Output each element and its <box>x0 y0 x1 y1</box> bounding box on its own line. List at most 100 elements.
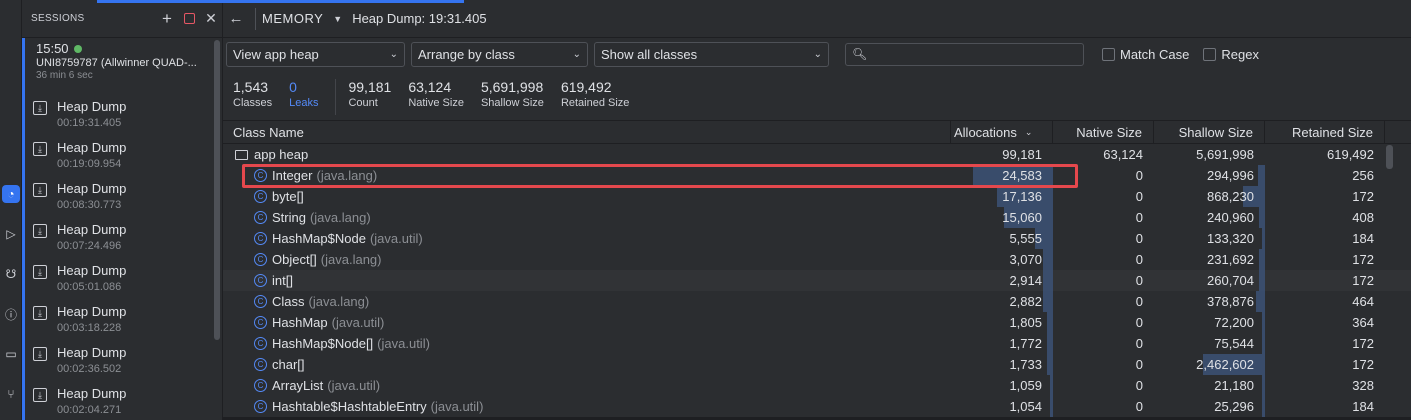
heap-dump-item[interactable]: ⤓ Heap Dump 00:19:31.405 <box>25 96 212 137</box>
stat-value: 5,691,998 <box>480 79 544 95</box>
table-row[interactable]: C HashMap$Node[] (java.util) 1,772 0 75,544 17… <box>223 333 1411 354</box>
shallow-cell: 25,296 <box>1154 396 1265 417</box>
alloc-value: 1,805 <box>1009 315 1042 330</box>
heap-dump-text: Heap Dump 00:07:24.496 <box>57 222 126 260</box>
download-icon: ⤓ <box>33 265 47 279</box>
sort-desc-icon: ⌄ <box>1024 126 1033 137</box>
heap-dump-list: ⤓ Heap Dump 00:19:31.405 ⤓ Heap Dump 00:19:09… <box>22 96 212 420</box>
class-name: Hashtable$HashtableEntry <box>272 399 427 414</box>
header-class-name[interactable]: Class Name <box>223 120 951 144</box>
table-row-root[interactable]: app heap 99,181 63,124 5,691,998 619,492 <box>223 144 1411 165</box>
close-sessions-button[interactable]: ✕ <box>200 8 222 30</box>
class-name: int[] <box>272 273 293 288</box>
heap-dump-item[interactable]: ⤓ Heap Dump 00:03:18.228 <box>25 301 212 342</box>
git-icon[interactable]: ⑂ <box>2 385 20 403</box>
class-name: Object[] <box>272 252 317 267</box>
current-session[interactable]: 15:50 UNI8759787 (Allwinner QUAD-... 36 … <box>22 38 212 96</box>
retained-cell: 328 <box>1265 375 1385 396</box>
native-cell: 0 <box>1053 375 1154 396</box>
retained-cell: 464 <box>1265 291 1385 312</box>
sessions-header: SESSIONS + ✕ <box>22 0 222 38</box>
retained-cell: 184 <box>1265 396 1385 417</box>
heap-dump-name: Heap Dump <box>57 181 127 196</box>
heap-dump-name: Heap Dump <box>57 222 127 237</box>
alloc-cell: 5,555 <box>951 228 1053 249</box>
sessions-scrollbar[interactable] <box>214 40 220 340</box>
chevron-down-icon[interactable]: ▼ <box>333 14 342 24</box>
table-row[interactable]: C Class (java.lang) 2,882 0 378,876 464 <box>223 291 1411 312</box>
package-name: (java.lang) <box>320 252 382 267</box>
native-cell: 63,124 <box>1053 144 1154 165</box>
table-row[interactable]: Cbyte[] 17,136 0 868,230 172 <box>223 186 1411 207</box>
alloc-bar <box>1043 249 1053 270</box>
back-arrow-icon[interactable]: ← <box>223 10 249 27</box>
heap-dump-item[interactable]: ⤓ Heap Dump 00:07:24.496 <box>25 219 212 260</box>
regex-box[interactable] <box>1203 47 1217 61</box>
problems-icon[interactable]: ⓘ <box>2 305 20 323</box>
heap-dump-item[interactable]: ⤓ Heap Dump 00:08:30.773 <box>25 178 212 219</box>
sessions-title: SESSIONS <box>31 13 85 24</box>
table-row[interactable]: C Object[] (java.lang) 3,070 0 231,692 172 <box>223 249 1411 270</box>
table-row[interactable]: C Hashtable$HashtableEntry (java.util) 1,05… <box>223 396 1411 417</box>
heap-dump-item[interactable]: ⤓ Heap Dump 00:02:36.502 <box>25 342 212 383</box>
heap-dump-text: Heap Dump 00:08:30.773 <box>57 181 126 219</box>
heap-dump-time: 00:19:09.954 <box>57 158 122 170</box>
stop-session-button[interactable] <box>178 8 200 30</box>
root-name: app heap <box>254 147 309 162</box>
shallow-value: 294,996 <box>1207 168 1254 183</box>
native-value: 0 <box>1135 168 1143 183</box>
retained-value: 172 <box>1352 273 1374 288</box>
retained-value: 256 <box>1352 168 1374 183</box>
alloc-cell: 24,583 <box>951 165 1053 186</box>
shallow-cell: 133,320 <box>1154 228 1265 249</box>
heap-dump-time: 00:03:18.228 <box>57 322 122 334</box>
alloc-value: 1,733 <box>1009 357 1042 372</box>
profiler-selector[interactable]: MEMORY <box>262 11 323 26</box>
profiler-icon[interactable]: ◔ <box>2 185 20 203</box>
heap-dump-item[interactable]: ⤓ Heap Dump 00:19:09.954 <box>25 137 212 178</box>
match-case-checkbox[interactable]: Match Case <box>1102 47 1189 62</box>
native-value: 0 <box>1135 273 1143 288</box>
shallow-bar <box>1256 291 1265 312</box>
search-input[interactable] <box>871 46 1083 62</box>
class-name-cell: C Object[] (java.lang) <box>223 249 951 270</box>
table-row[interactable]: C HashMap$Node (java.util) 5,555 0 133,320 184 <box>223 228 1411 249</box>
header-shallow-size[interactable]: Shallow Size <box>1154 120 1265 144</box>
class-icon: C <box>254 337 267 350</box>
heap-dump-title: Heap Dump: 19:31.405 <box>352 11 487 26</box>
match-case-box[interactable] <box>1102 47 1115 61</box>
table-row[interactable]: C Integer (java.lang) 24,583 0 294,996 256 <box>223 165 1411 186</box>
heap-select[interactable]: View app heap ⌄ <box>226 41 405 67</box>
table-row[interactable]: Cint[] 2,914 0 260,704 172 <box>223 270 1411 291</box>
stop-icon <box>183 13 195 24</box>
summary-separator <box>335 79 337 115</box>
arrange-select[interactable]: Arrange by class ⌄ <box>411 41 588 67</box>
class-name-cell: C HashMap$Node[] (java.util) <box>223 333 951 354</box>
header-allocations[interactable]: Allocations ⌄ <box>951 120 1053 144</box>
run-icon[interactable]: ▷ <box>2 225 20 243</box>
header-native-size[interactable]: Native Size <box>1053 120 1154 144</box>
package-name: (java.util) <box>331 315 385 330</box>
search-icon: 🔍︎ <box>852 47 868 61</box>
logcat-icon[interactable]: ☋ <box>2 265 20 283</box>
heap-dump-item[interactable]: ⤓ Heap Dump 00:05:01.086 <box>25 260 212 301</box>
class-filter-select[interactable]: Show all classes ⌄ <box>594 41 829 67</box>
table-row[interactable]: C HashMap (java.util) 1,805 0 72,200 364 <box>223 312 1411 333</box>
class-search[interactable]: 🔍︎ <box>845 42 1084 66</box>
alloc-bar <box>1043 270 1053 291</box>
heap-dump-name: Heap Dump <box>57 263 127 278</box>
stat-leaks[interactable]: 0 Leaks <box>289 79 318 109</box>
terminal-icon[interactable]: ▭ <box>2 345 20 363</box>
native-value: 0 <box>1135 357 1143 372</box>
regex-checkbox[interactable]: Regex <box>1203 47 1259 62</box>
header-retained-size[interactable]: Retained Size <box>1265 120 1385 144</box>
table-row[interactable]: C ArrayList (java.util) 1,059 0 21,180 328 <box>223 375 1411 396</box>
session-list: 15:50 UNI8759787 (Allwinner QUAD-... 36 … <box>22 38 212 420</box>
table-row[interactable]: C String (java.lang) 15,060 0 240,960 408 <box>223 207 1411 228</box>
table-row[interactable]: Cchar[] 1,733 0 2,462,602 172 <box>223 354 1411 375</box>
heap-dump-text: Heap Dump 00:19:31.405 <box>57 99 126 137</box>
heap-dump-item[interactable]: ⤓ Heap Dump 00:02:04.271 <box>25 383 212 420</box>
add-session-button[interactable]: + <box>156 8 178 30</box>
table-scrollbar[interactable] <box>1386 145 1393 169</box>
native-value: 0 <box>1135 399 1143 414</box>
